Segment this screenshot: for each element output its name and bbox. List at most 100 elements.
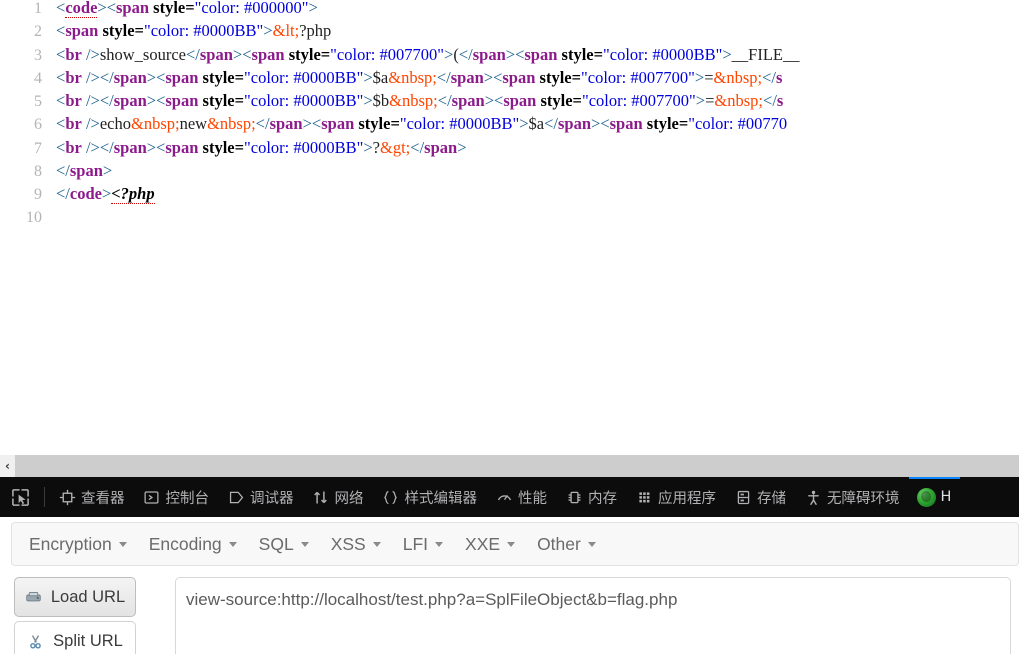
- code-line-text: <br /></span><span style="color: #0000BB…: [56, 136, 467, 159]
- hackbar-menu-encoding[interactable]: Encoding: [138, 528, 248, 561]
- devtools-tab-accessibility[interactable]: 无障碍环境: [795, 477, 909, 517]
- code-token: span: [199, 44, 233, 64]
- horizontal-scrollbar[interactable]: ‹: [0, 455, 1019, 477]
- code-token: style: [539, 67, 572, 87]
- hackbar-firefox-icon: [917, 487, 936, 507]
- hackbar-action-buttons: Load URL Split URL: [14, 577, 136, 654]
- code-token: &nbsp;: [389, 91, 438, 111]
- code-token: =: [390, 114, 400, 134]
- code-line: 5 <br /></span><span style="color: #0000B…: [0, 89, 1019, 112]
- line-number: 1: [34, 0, 42, 17]
- code-token: <: [56, 91, 66, 111]
- code-token: >: [444, 44, 454, 64]
- code-token: >: [308, 0, 318, 17]
- code-line-text: <code><span style="color: #000000">: [56, 0, 318, 19]
- code-token: <: [56, 67, 66, 87]
- code-token: span: [472, 44, 506, 64]
- devtools-tab-performance[interactable]: 性能: [486, 477, 556, 517]
- devtools-tab-label: 网络: [334, 490, 364, 507]
- chevron-down-icon: [300, 541, 309, 547]
- devtools-tab-debugger[interactable]: 调试器: [218, 477, 303, 517]
- code-token: span: [321, 114, 355, 134]
- element-picker-button[interactable]: [0, 477, 40, 517]
- code-token: "color: #007700": [581, 67, 695, 87]
- code-line-text: </span>: [56, 159, 112, 182]
- code-token: span: [113, 91, 147, 111]
- load-url-button[interactable]: Load URL: [14, 577, 136, 617]
- code-token: "color: #007700": [330, 44, 445, 64]
- toolbar-divider: [44, 487, 45, 507]
- devtools-tab-label: 应用程序: [658, 490, 716, 507]
- hackbar-menu-encryption[interactable]: Encryption: [18, 528, 138, 561]
- storage-icon: [734, 488, 752, 506]
- hackbar-menu-label: Encoding: [148, 533, 222, 554]
- devtools-tab-console[interactable]: 控制台: [134, 477, 219, 517]
- debugger-icon: [229, 491, 243, 503]
- code-token: ?: [372, 137, 380, 157]
- devtools-tab-storage[interactable]: 存储: [725, 477, 795, 517]
- devtools-tab-label: 性能: [518, 490, 547, 507]
- code-token: show_source: [99, 44, 186, 64]
- devtools-tab-label: 样式编辑器: [404, 490, 478, 507]
- hackbar-menu-lfi[interactable]: LFI: [392, 528, 454, 561]
- hackbar-menu-label: XXE: [465, 533, 501, 554]
- code-token: </: [56, 184, 70, 204]
- code-token: ?php: [299, 21, 332, 41]
- code-token: style: [646, 114, 679, 134]
- devtools-tab-style-editor[interactable]: 样式编辑器: [373, 477, 487, 517]
- code-token: code: [65, 0, 98, 18]
- code-token: </: [99, 91, 114, 111]
- scroll-left-arrow-icon[interactable]: ‹: [0, 455, 15, 477]
- code-token: >: [302, 114, 312, 134]
- hackbar-menu-xss[interactable]: XSS: [320, 528, 392, 561]
- devtools-tab-network[interactable]: 网络: [303, 477, 373, 517]
- split-url-button[interactable]: Split URL: [14, 621, 136, 654]
- code-token: =: [593, 44, 604, 64]
- hackbar-menu-bar: Encryption Encoding SQL XSS LFI XXE Other: [11, 522, 1019, 566]
- hackbar-menu-sql[interactable]: SQL: [248, 528, 320, 561]
- hackbar-menu-label: Other: [537, 533, 581, 554]
- devtools-tab-hackbar-firefox[interactable]: H: [908, 477, 961, 517]
- code-token: >: [519, 114, 529, 134]
- code-token: </: [410, 137, 425, 157]
- hackbar-menu-xxe[interactable]: XXE: [454, 528, 526, 561]
- inspector-icon: [58, 488, 76, 506]
- devtools-tab-inspector[interactable]: 查看器: [49, 477, 134, 517]
- view-source-pane[interactable]: 1 <code><span style="color: #000000"> 2 <sp…: [0, 0, 1019, 455]
- code-token: />: [81, 44, 100, 64]
- code-token: span: [165, 137, 199, 157]
- scrollbar-track[interactable]: [15, 455, 1019, 477]
- performance-icon: [497, 494, 511, 500]
- code-token: <: [493, 67, 503, 87]
- network-icon: [314, 491, 327, 503]
- code-token: =: [234, 67, 245, 87]
- accessibility-icon: [807, 490, 819, 505]
- url-input[interactable]: [175, 577, 1011, 654]
- code-line-text: <br /></span><span style="color: #0000BB…: [56, 66, 782, 89]
- code-token: "color: #0000BB": [244, 67, 364, 87]
- code-line: 4 <br /></span><span style="color: #0000B…: [0, 66, 1019, 89]
- chevron-down-icon: [118, 541, 127, 547]
- storage-icon: [737, 490, 749, 504]
- code-token: >: [363, 91, 373, 111]
- performance-icon: [495, 488, 513, 506]
- console-icon: [144, 490, 159, 504]
- code-token: =: [320, 44, 331, 64]
- code-token: />: [81, 91, 100, 111]
- code-token: </: [99, 137, 114, 157]
- code-token: =: [572, 91, 582, 111]
- code-token: span: [424, 137, 458, 157]
- load-url-icon: [26, 591, 41, 601]
- devtools-tab-label: 内存: [588, 490, 617, 507]
- code-token: span: [502, 67, 536, 87]
- code-token: =: [704, 67, 714, 87]
- code-line: 3 <br />show_source</span><span style="co…: [0, 43, 1019, 66]
- code-token: new: [179, 114, 208, 134]
- style-editor-icon: [382, 488, 400, 506]
- firefox-logo-icon: [917, 487, 936, 507]
- code-token: <: [56, 44, 66, 64]
- devtools-tab-memory[interactable]: 内存: [556, 477, 626, 517]
- code-token: >: [695, 91, 706, 111]
- devtools-tab-application[interactable]: 应用程序: [626, 477, 725, 517]
- hackbar-menu-other[interactable]: Other: [526, 528, 607, 561]
